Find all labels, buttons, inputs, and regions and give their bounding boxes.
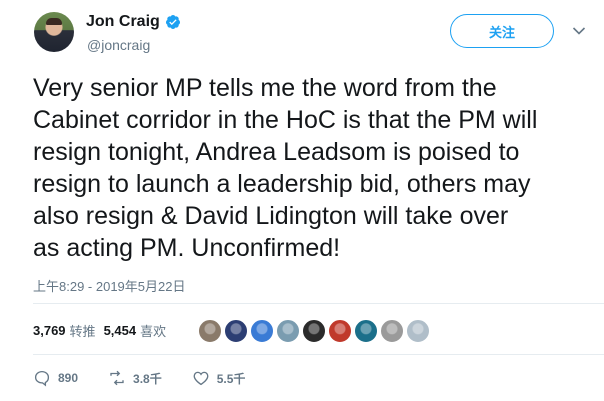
- author-name-row: Jon Craig: [86, 13, 181, 31]
- liker-avatar-7[interactable]: [354, 319, 378, 343]
- retweet-icon: [110, 370, 124, 386]
- liker-avatar-2[interactable]: [224, 319, 248, 343]
- retweet-action-count: 3.8千: [133, 371, 162, 386]
- liker-avatar-5[interactable]: [302, 319, 326, 343]
- heart-icon: [193, 371, 209, 386]
- like-action-count: 5.5千: [216, 371, 246, 386]
- retweet-label: 转推: [69, 324, 96, 339]
- retweet-count: 3,769: [33, 323, 66, 338]
- liker-avatar-1[interactable]: [198, 319, 222, 343]
- divider: [33, 354, 604, 355]
- retweet-button[interactable]: 3.8千: [108, 369, 162, 387]
- like-label: 喜欢: [140, 324, 167, 339]
- author-avatar[interactable]: [34, 12, 74, 52]
- author-handle[interactable]: @joncraig: [87, 37, 150, 53]
- liker-avatar-8[interactable]: [380, 319, 404, 343]
- divider: [33, 303, 604, 304]
- liker-avatar-4[interactable]: [276, 319, 300, 343]
- like-stat[interactable]: 5,454 喜欢: [104, 321, 167, 340]
- follow-button[interactable]: 关注: [450, 14, 554, 48]
- reply-icon: [34, 370, 50, 387]
- author-display-name[interactable]: Jon Craig: [86, 13, 160, 31]
- like-count: 5,454: [103, 323, 137, 338]
- tweet-text: Very senior MP tells me the word from th…: [33, 74, 538, 262]
- retweet-stat[interactable]: 3,769 转推: [33, 321, 96, 340]
- reply-count: 890: [58, 371, 79, 385]
- liker-avatar-9[interactable]: [406, 319, 430, 343]
- tweet-actions: 890 3.8千 5.5千: [33, 369, 275, 387]
- chevron-down-icon[interactable]: [572, 26, 586, 36]
- like-button[interactable]: 5.5千: [192, 369, 246, 387]
- tweet-timestamp[interactable]: 上午8:29 - 2019年5月22日: [33, 276, 185, 295]
- liker-avatars: [198, 319, 430, 343]
- engagement-stats: 3,769 转推 5,454 喜欢: [33, 321, 174, 340]
- verified-badge-icon: [165, 15, 180, 29]
- reply-button[interactable]: 890: [33, 369, 78, 387]
- liker-avatar-3[interactable]: [250, 319, 274, 343]
- liker-avatar-6[interactable]: [328, 319, 352, 343]
